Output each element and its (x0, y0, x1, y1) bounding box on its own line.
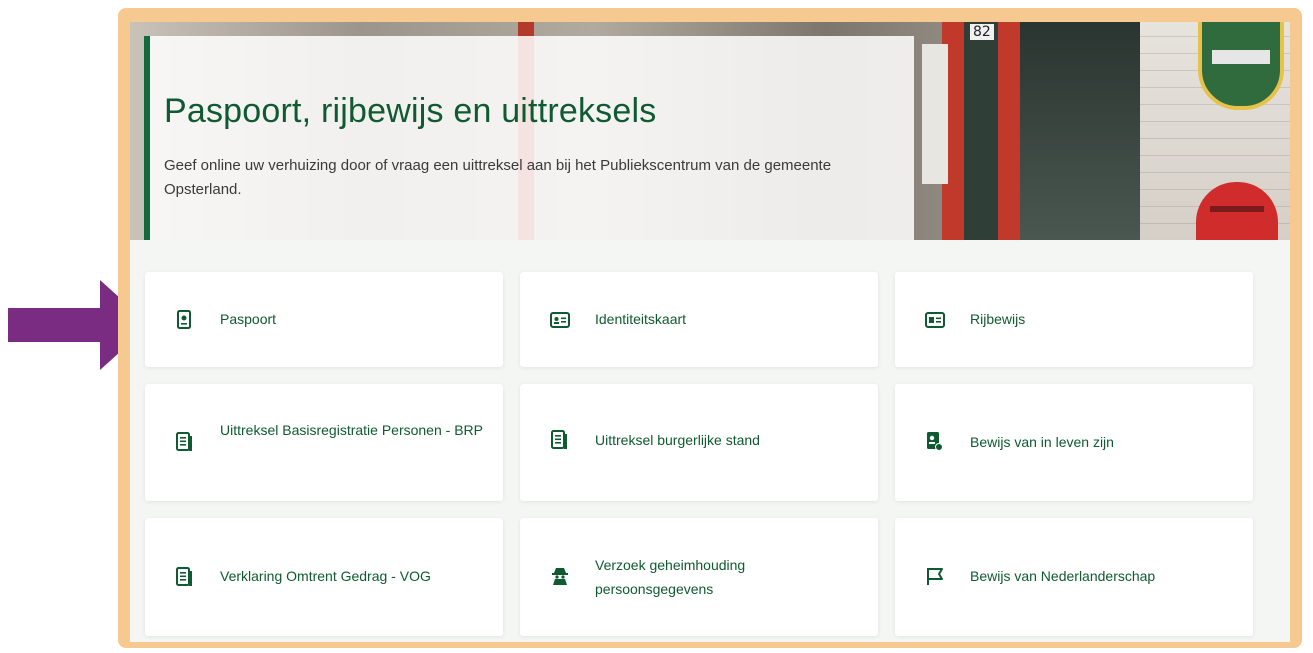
house-number-sign: 82 (970, 24, 994, 40)
page-title: Paspoort, rijbewijs en uittreksels (164, 92, 657, 130)
life-certificate-icon (927, 432, 943, 451)
municipal-crest (1198, 22, 1284, 110)
passport-icon (177, 310, 191, 329)
spy-icon (552, 568, 568, 585)
page-content: 82 Paspoort, rijbewijs en uittreksels Ge… (130, 22, 1290, 642)
document-icon (551, 430, 567, 449)
tile-label: Paspoort (220, 311, 277, 327)
flag-icon (927, 568, 943, 585)
tile-verzoek-geheimhouding[interactable]: Verzoek geheimhouding persoonsgegevens (520, 518, 878, 636)
tile-bewijs-in-leven[interactable]: Bewijs van in leven zijn (895, 384, 1253, 501)
tile-label: Verzoek geheimhouding persoonsgegevens (595, 557, 746, 597)
tile-label: Rijbewijs (970, 311, 1026, 327)
tile-rijbewijs[interactable]: Rijbewijs (895, 272, 1253, 367)
tile-label: Uittreksel burgerlijke stand (595, 432, 760, 448)
document-icon (176, 432, 192, 451)
tile-paspoort[interactable]: Paspoort (145, 272, 503, 367)
tile-label: Bewijs van in leven zijn (970, 434, 1114, 450)
tile-identiteitskaart[interactable]: Identiteitskaart (520, 272, 878, 367)
tile-label: Bewijs van Nederlanderschap (970, 568, 1156, 584)
page-description: Geef online uw verhuizing door of vraag … (164, 157, 832, 198)
tile-uittreksel-brp[interactable]: Uittreksel Basisregistratie Personen - B… (145, 384, 503, 501)
document-icon (176, 567, 192, 586)
tile-vog[interactable]: Verklaring Omtrent Gedrag - VOG (145, 518, 503, 636)
driver-license-icon (925, 312, 945, 328)
id-card-icon (550, 312, 570, 328)
tile-label: Identiteitskaart (595, 311, 687, 327)
tile-bewijs-nederlanderschap[interactable]: Bewijs van Nederlanderschap (895, 518, 1253, 636)
tile-uittreksel-burgerlijke-stand[interactable]: Uittreksel burgerlijke stand (520, 384, 878, 501)
hero-text-panel (144, 36, 914, 240)
tile-label: Uittreksel Basisregistratie Personen - B… (220, 422, 483, 438)
tile-label: Verklaring Omtrent Gedrag - VOG (220, 568, 431, 584)
highlight-frame: 82 Paspoort, rijbewijs en uittreksels Ge… (118, 8, 1302, 648)
hero-banner: 82 Paspoort, rijbewijs en uittreksels Ge… (130, 22, 1290, 240)
